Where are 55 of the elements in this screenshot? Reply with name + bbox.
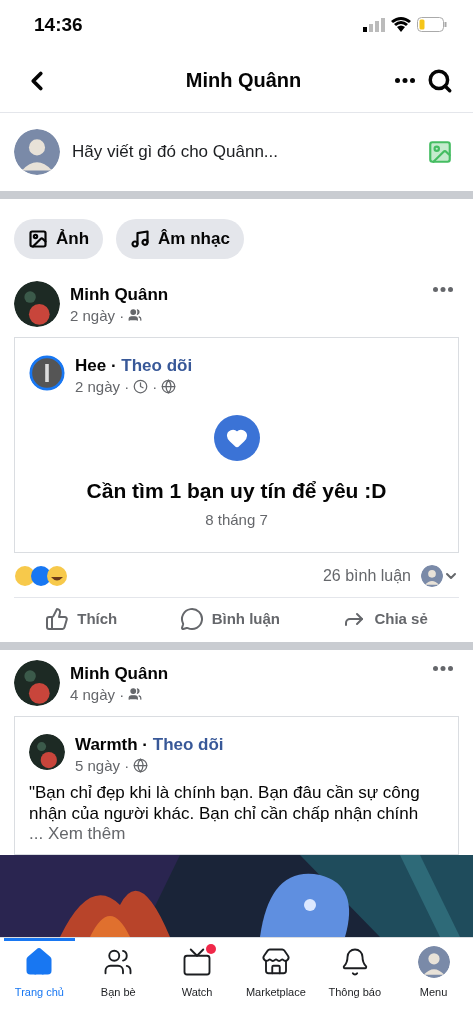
nav-tab[interactable]: Marketplace (236, 937, 316, 1010)
avatar (14, 128, 60, 175)
clock-icon (133, 378, 149, 394)
photo-chip[interactable]: Ảnh (14, 218, 104, 259)
nav-tab[interactable]: Watch (157, 937, 237, 1010)
video-icon (182, 946, 213, 977)
friends-icon (128, 308, 143, 323)
follow-link[interactable]: Theo dõi (121, 355, 193, 375)
status-text: Cần tìm 1 bạn uy tín để yêu :D (86, 478, 387, 503)
nav-tab[interactable]: Menu (394, 937, 473, 1010)
post-text: "Bạn chỉ đẹp khi là chính bạn. Bạn đâu cần sự công nhận của người khác. Bạn chỉ cần chấp nhận chính (28, 781, 421, 824)
avatar (29, 355, 65, 392)
store-icon (260, 946, 291, 977)
author-name[interactable]: Minh Quânn (70, 663, 417, 684)
shared-author: Warmth · Theo dõi (75, 734, 225, 755)
friends-icon (128, 687, 143, 702)
battery-icon (417, 17, 447, 33)
separator-dot: · (152, 377, 158, 395)
comment-button[interactable]: Bình luận (173, 605, 286, 632)
nav-tab[interactable]: Bạn bè (78, 937, 158, 1010)
nav-tab[interactable]: Thông báo (315, 937, 395, 1010)
music-note-icon (130, 228, 151, 249)
photo-icon (28, 228, 48, 249)
signal-icon (363, 17, 385, 32)
post-time: 5 ngày · (75, 756, 130, 774)
like-button[interactable]: Thích (39, 605, 124, 632)
avatar (29, 734, 65, 771)
author-name[interactable]: Minh Quânn (70, 284, 417, 305)
more-icon (433, 286, 453, 292)
post-time: 2 ngày · (75, 377, 130, 395)
comment-icon (179, 606, 204, 631)
see-more-link[interactable]: ... Xem thêm (15, 823, 458, 854)
reactions-icon (14, 564, 70, 587)
thumbs-up-icon (45, 606, 70, 631)
status-time: 14:36 (34, 13, 83, 36)
avatar (14, 280, 60, 327)
more-icon (433, 665, 453, 671)
follow-link[interactable]: Theo dõi (152, 734, 224, 754)
wifi-icon (391, 17, 411, 33)
share-button[interactable]: Chia sẻ (336, 605, 434, 632)
post-time: 2 ngày · (70, 306, 125, 324)
globe-icon (133, 757, 149, 773)
post-time: 4 ngày · (70, 685, 125, 703)
avatar (421, 564, 443, 587)
nav-tab[interactable]: Trang chủ (0, 937, 79, 1010)
shared-author: Hee · Theo dõi (75, 355, 194, 376)
avatar (417, 945, 450, 978)
globe-icon (161, 378, 177, 394)
page-title: Minh Quânn (184, 69, 303, 93)
home-icon (24, 946, 55, 977)
more-icon (395, 78, 415, 84)
avatar (14, 659, 60, 706)
comment-count[interactable]: 26 bình luận (322, 566, 411, 585)
music-chip[interactable]: Âm nhạc (116, 218, 244, 259)
status-date: 8 tháng 7 (205, 510, 268, 528)
